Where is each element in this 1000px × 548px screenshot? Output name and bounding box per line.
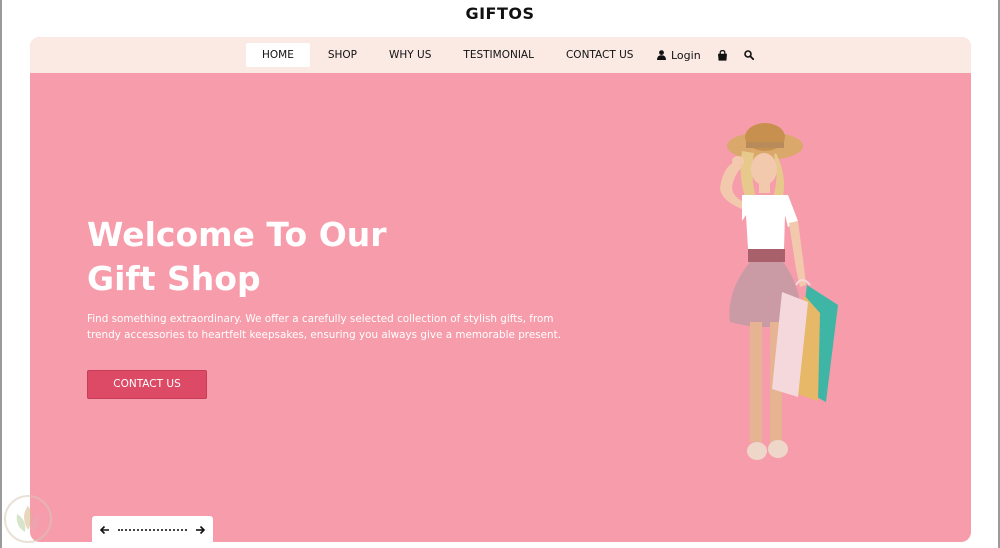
- arrow-right-icon: [196, 525, 205, 535]
- nav-testimonial[interactable]: TESTIMONIAL: [447, 43, 550, 67]
- hero-title-line-2: Gift Shop: [87, 259, 261, 298]
- hero-title-line-1: Welcome To Our: [87, 215, 387, 254]
- nav-why-us[interactable]: WHY US: [373, 43, 447, 67]
- contact-us-button[interactable]: CONTACT US: [87, 370, 207, 399]
- nav-contact-us[interactable]: CONTACT US: [550, 43, 649, 67]
- nav-utilities: Login: [657, 43, 754, 67]
- watermark-logo: [4, 495, 52, 543]
- site-logo[interactable]: GIFTOS: [0, 4, 1000, 26]
- carousel-next-button[interactable]: [195, 525, 205, 535]
- search-icon: [743, 50, 754, 60]
- carousel-indicator: [118, 529, 187, 531]
- cart-button[interactable]: [717, 49, 728, 61]
- hero-section: HOME SHOP WHY US TESTIMONIAL CONTACT US …: [30, 37, 971, 542]
- shopping-bag-icon: [717, 49, 727, 61]
- navbar: HOME SHOP WHY US TESTIMONIAL CONTACT US …: [30, 37, 971, 73]
- hero-description: Find something extraordinary. We offer a…: [87, 313, 561, 341]
- nav-shop[interactable]: SHOP: [312, 43, 373, 67]
- nav-home[interactable]: HOME: [246, 43, 310, 67]
- window-left-edge: [0, 0, 2, 548]
- user-icon: [657, 50, 666, 60]
- login-link[interactable]: Login: [657, 49, 701, 62]
- girl-with-shopping-bags-image: [720, 123, 838, 460]
- search-button[interactable]: [743, 50, 754, 60]
- arrow-left-icon: [100, 525, 109, 535]
- carousel-controls: [92, 516, 213, 542]
- hero-title: Welcome To Our Gift Shop: [87, 213, 507, 301]
- login-label: Login: [671, 48, 701, 62]
- nav-menu: HOME SHOP WHY US TESTIMONIAL CONTACT US: [246, 43, 649, 67]
- carousel-prev-button[interactable]: [100, 525, 110, 535]
